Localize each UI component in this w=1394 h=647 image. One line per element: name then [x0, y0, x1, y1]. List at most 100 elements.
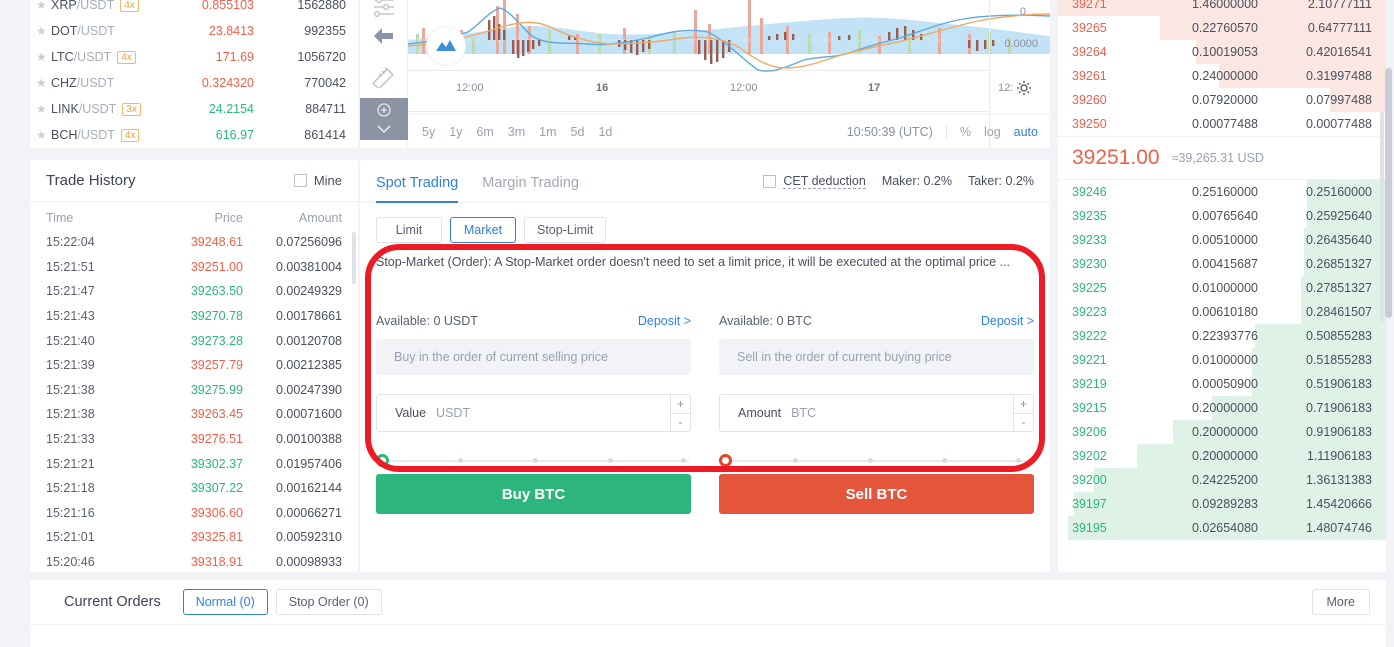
- order-book-row[interactable]: 39261 0.24000000 0.31997488: [1058, 64, 1386, 88]
- buy-button[interactable]: Buy BTC: [376, 474, 691, 514]
- scale-auto-button[interactable]: auto: [1014, 125, 1038, 139]
- chart-plot-area[interactable]: 0 0.0000 12:00 16 12:00 17 12: 5y 1y 6m 3m 1m 5d 1…: [408, 0, 1050, 148]
- tab-1[interactable]: Margin Trading: [482, 160, 579, 203]
- timeframe-6m[interactable]: 6m: [476, 125, 493, 139]
- scale-percent-button[interactable]: %: [960, 125, 971, 139]
- order-book-scrollbar[interactable]: [1380, 112, 1384, 322]
- order-type-market[interactable]: Market: [450, 217, 516, 243]
- ob-amount: 0.24000000: [1191, 69, 1258, 83]
- buy-input-unit: USDT: [436, 406, 471, 420]
- order-book-row[interactable]: 39215 0.20000000 0.71906183: [1058, 396, 1386, 420]
- market-pair: DOT/USDT: [51, 24, 115, 38]
- buy-increment-button[interactable]: +: [671, 395, 690, 414]
- x-tick: 12:: [998, 82, 1014, 94]
- timeframe-1d[interactable]: 1d: [598, 125, 612, 139]
- trade-history-row: 15:21:16 39306.60 0.00066271: [30, 501, 358, 526]
- scale-log-button[interactable]: log: [984, 125, 1001, 139]
- order-book-row[interactable]: 39195 0.02654080 1.48074746: [1058, 516, 1386, 540]
- order-book-row[interactable]: 39230 0.00415687 0.26851327: [1058, 252, 1386, 276]
- market-row[interactable]: ★ LTC/USDT 4x 171.69 1056720: [30, 44, 358, 70]
- page-scrollbar[interactable]: [1385, 68, 1392, 318]
- order-book-row[interactable]: 39265 0.22760570 0.64777111: [1058, 16, 1386, 40]
- mine-checkbox[interactable]: [293, 174, 307, 187]
- orders-tab[interactable]: Normal (0): [182, 589, 268, 615]
- timeframe-5y[interactable]: 5y: [422, 125, 435, 139]
- slider-tick-50[interactable]: [868, 458, 873, 463]
- chart-settings-gear-icon[interactable]: [1016, 80, 1032, 100]
- timeframe-3m[interactable]: 3m: [508, 125, 525, 139]
- mine-filter[interactable]: Mine: [293, 173, 342, 188]
- slider-tick-100[interactable]: [1016, 458, 1021, 463]
- slider-tick-75[interactable]: [608, 458, 613, 463]
- slider-tick-50[interactable]: [533, 458, 538, 463]
- buy-stepper[interactable]: + -: [670, 395, 690, 431]
- more-button[interactable]: More: [1311, 589, 1370, 615]
- trade-history-columns: Time Price Amount: [30, 202, 358, 230]
- order-book-row[interactable]: 39250 0.00077488 0.00077488: [1058, 112, 1386, 136]
- buy-slider-handle[interactable]: [376, 454, 389, 467]
- sell-slider-handle[interactable]: [719, 454, 732, 467]
- ob-amount: 1.46000000: [1191, 0, 1258, 11]
- back-arrow-icon[interactable]: [360, 25, 408, 50]
- order-book-row[interactable]: 39233 0.00510000 0.26435640: [1058, 228, 1386, 252]
- sell-decrement-button[interactable]: -: [1014, 414, 1033, 432]
- cet-deduction-toggle[interactable]: CET deduction: [763, 174, 866, 189]
- indicator-settings-icon[interactable]: [360, 0, 408, 21]
- order-action-buttons: Buy BTC Sell BTC: [376, 474, 1034, 514]
- timeframe-1y[interactable]: 1y: [449, 125, 462, 139]
- ob-amount: 0.00050900: [1191, 377, 1258, 391]
- market-row[interactable]: ★ XRP/USDT 4x 0.855103 1562880: [30, 0, 358, 18]
- order-book-row[interactable]: 39202 0.20000000 1.11906183: [1058, 444, 1386, 468]
- order-type-limit[interactable]: Limit: [376, 217, 442, 243]
- market-row[interactable]: ★ CHZ/USDT 0.324320 770042: [30, 70, 358, 96]
- cet-checkbox[interactable]: [763, 174, 777, 188]
- buy-value-input[interactable]: Value USDT + -: [376, 394, 691, 432]
- tab-0[interactable]: Spot Trading: [376, 160, 459, 203]
- buy-amount-slider[interactable]: [376, 454, 691, 468]
- order-book-row[interactable]: 39197 0.09289283 1.45420666: [1058, 492, 1386, 516]
- sell-deposit-link[interactable]: Deposit >: [981, 314, 1034, 328]
- order-book-row[interactable]: 39200 0.24225200 1.36131383: [1058, 468, 1386, 492]
- order-book-row[interactable]: 39206 0.20000000 0.91906183: [1058, 420, 1386, 444]
- order-book-row[interactable]: 39260 0.07920000 0.07997488: [1058, 88, 1386, 112]
- slider-tick-25[interactable]: [458, 458, 463, 463]
- sell-amount-input[interactable]: Amount BTC + -: [719, 394, 1034, 432]
- order-book-row[interactable]: 39246 0.25160000 0.25160000: [1058, 180, 1386, 204]
- sell-stepper[interactable]: + -: [1013, 395, 1033, 431]
- ob-amount: 0.22760570: [1191, 21, 1258, 35]
- order-book-row[interactable]: 39225 0.01000000 0.27851327: [1058, 276, 1386, 300]
- orders-tab[interactable]: Stop Order (0): [275, 589, 382, 615]
- last-price-usd: ≈39,265.31 USD: [1171, 151, 1264, 165]
- order-book-row[interactable]: 39222 0.22393776 0.50855283: [1058, 324, 1386, 348]
- chart-zoom-control[interactable]: [360, 98, 408, 140]
- sell-amount-slider[interactable]: [719, 454, 1034, 468]
- order-book-row[interactable]: 39264 0.10019053 0.42016541: [1058, 40, 1386, 64]
- timeframe-1m[interactable]: 1m: [539, 125, 556, 139]
- sell-button[interactable]: Sell BTC: [719, 474, 1034, 514]
- order-book-row[interactable]: 39271 1.46000000 2.10777111: [1058, 0, 1386, 16]
- slider-tick-25[interactable]: [793, 458, 798, 463]
- market-row[interactable]: ★ DOT/USDT 23.8413 992355: [30, 18, 358, 44]
- order-type-stop-limit[interactable]: Stop-Limit: [524, 217, 607, 243]
- timeframe-5d[interactable]: 5d: [571, 125, 585, 139]
- order-book-row[interactable]: 39235 0.00765640 0.25925640: [1058, 204, 1386, 228]
- order-book-row[interactable]: 39223 0.00610180 0.28461507: [1058, 300, 1386, 324]
- market-row[interactable]: ★ BCH/USDT 4x 616.97 861414: [30, 122, 358, 148]
- order-book-row[interactable]: 39219 0.00050900 0.51906183: [1058, 372, 1386, 396]
- ob-total: 2.10777111: [1307, 0, 1372, 11]
- buy-decrement-button[interactable]: -: [671, 414, 690, 432]
- order-book-asks: 39271 1.46000000 2.10777111 39265 0.22760570…: [1058, 0, 1386, 136]
- column-time: Time: [46, 211, 74, 225]
- trading-page: ★ XRP/USDT 4x 0.855103 1562880 ★ DOT/USDT 23.84…: [0, 0, 1394, 647]
- trade-time: 15:21:18: [46, 481, 95, 496]
- sell-increment-button[interactable]: +: [1014, 395, 1033, 414]
- ruler-icon[interactable]: [360, 62, 408, 91]
- trade-history-scrollbar[interactable]: [352, 232, 356, 284]
- ob-price: 39219: [1072, 377, 1107, 391]
- buy-deposit-link[interactable]: Deposit >: [638, 314, 691, 328]
- market-row[interactable]: ★ LINK/USDT 3x 24.2154 884711: [30, 96, 358, 122]
- trade-amount: 0.00178661: [275, 309, 342, 324]
- order-book-row[interactable]: 39221 0.01000000 0.51855283: [1058, 348, 1386, 372]
- slider-tick-100[interactable]: [681, 458, 686, 463]
- slider-tick-75[interactable]: [942, 458, 947, 463]
